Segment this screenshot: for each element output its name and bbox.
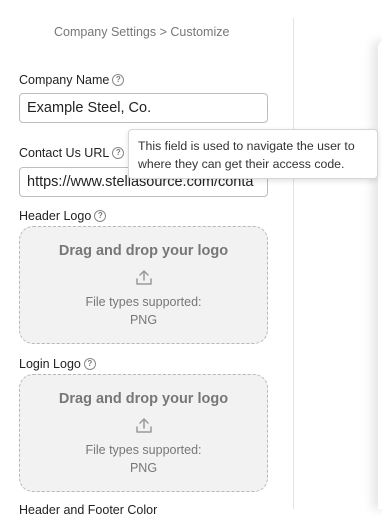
- panel-divider: [293, 18, 294, 509]
- file-types-value: PNG: [129, 313, 158, 327]
- help-icon[interactable]: ?: [112, 74, 125, 86]
- upload-icon: [135, 418, 152, 433]
- login-logo-label-text: Login Logo: [19, 357, 81, 371]
- file-types-label: File types supported:: [85, 443, 202, 457]
- dropzone-title: Drag and drop your logo: [58, 391, 229, 407]
- header-logo-label-text: Header Logo: [19, 209, 92, 223]
- breadcrumb: Company Settings > Customize: [54, 25, 230, 39]
- help-icon[interactable]: ?: [83, 358, 96, 370]
- contact-url-label: Contact Us URL ?: [19, 146, 125, 160]
- file-types: File types supported: PNG: [20, 441, 267, 477]
- contact-url-tooltip: This field is used to navigate the user …: [128, 129, 378, 179]
- file-types-value: PNG: [129, 461, 158, 475]
- contact-url-label-text: Contact Us URL: [19, 146, 110, 160]
- file-types-label: File types supported:: [85, 295, 202, 309]
- right-panel-card: [378, 40, 382, 509]
- company-name-label: Company Name ?: [19, 73, 125, 87]
- login-logo-label: Login Logo ?: [19, 357, 96, 371]
- company-name-label-text: Company Name: [19, 73, 110, 87]
- header-logo-label: Header Logo ?: [19, 209, 107, 223]
- header-logo-dropzone[interactable]: Drag and drop your logo File types suppo…: [19, 226, 268, 344]
- dropzone-title: Drag and drop your logo: [58, 243, 229, 259]
- company-name-input[interactable]: Example Steel, Co.: [19, 93, 268, 123]
- right-panel: [294, 0, 382, 509]
- upload-icon: [135, 270, 152, 285]
- help-icon[interactable]: ?: [94, 210, 107, 222]
- header-footer-color-label: Header and Footer Color: [19, 503, 158, 517]
- login-logo-dropzone[interactable]: Drag and drop your logo File types suppo…: [19, 374, 268, 492]
- help-icon[interactable]: ?: [112, 147, 125, 159]
- file-types: File types supported: PNG: [20, 293, 267, 329]
